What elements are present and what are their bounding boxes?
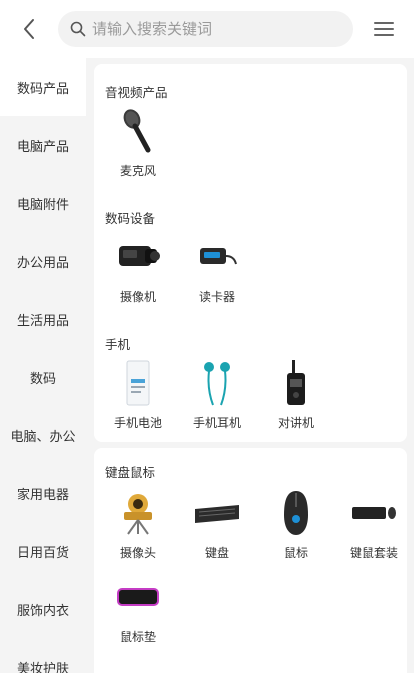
mouse-icon (271, 488, 321, 538)
sidebar-item-apparel[interactable]: 服饰内衣 (0, 580, 86, 638)
section-title: 手机 (105, 337, 131, 352)
category-item-camcorder[interactable]: 摄像机 (106, 232, 170, 305)
sidebar-item-computer-accessories[interactable]: 电脑附件 (0, 174, 86, 232)
item-label: 读卡器 (198, 290, 235, 304)
category-item-earphones[interactable]: 手机耳机 (185, 358, 249, 431)
item-label: 手机电池 (113, 416, 162, 430)
item-label: 鼠标垫 (119, 630, 156, 644)
sidebar-item-daily-goods[interactable]: 日用百货 (0, 522, 86, 580)
category-sidebar: 数码产品 电脑产品 电脑附件 办公用品 生活用品 数码 电脑、办公 家用电器 日… (0, 58, 86, 673)
item-label: 鼠标 (283, 546, 308, 560)
sidebar-item-digital-products[interactable]: 数码产品 (0, 58, 86, 116)
mouse-pad-icon (113, 572, 163, 622)
category-card: 音视频产品 麦克风 数码设备 摄像机 读卡器 手机 手机电池 手机耳机 对讲机 (94, 64, 407, 442)
sidebar-item-label: 美妆护肤 (16, 661, 69, 673)
category-item-mouse[interactable]: 鼠标 (264, 488, 328, 561)
item-label: 对讲机 (277, 416, 314, 430)
sidebar-item-computer-office[interactable]: 电脑、办公 (0, 406, 86, 464)
sidebar-item-office-supplies[interactable]: 办公用品 (0, 232, 86, 290)
sidebar-item-daily-supplies[interactable]: 生活用品 (0, 290, 86, 348)
search-icon (70, 21, 86, 37)
sidebar-item-label: 服饰内衣 (16, 603, 69, 619)
phone-battery-icon (113, 358, 163, 408)
item-label: 摄像头 (119, 546, 156, 560)
sidebar-item-label: 数码产品 (16, 81, 69, 97)
category-content: 音视频产品 麦克风 数码设备 摄像机 读卡器 手机 手机电池 手机耳机 对讲机 … (86, 58, 414, 673)
category-item-mouse-pad[interactable]: 鼠标垫 (106, 572, 170, 645)
earphones-icon (192, 358, 242, 408)
category-item-microphone[interactable]: 麦克风 (106, 106, 170, 179)
sidebar-item-label: 办公用品 (16, 255, 69, 271)
category-item-phone-battery[interactable]: 手机电池 (106, 358, 170, 431)
sidebar-item-label: 日用百货 (16, 545, 69, 561)
card-reader-icon (192, 232, 242, 282)
hamburger-menu-icon (373, 22, 394, 36)
microphone-icon (113, 106, 163, 156)
section-title: 数码设备 (105, 211, 156, 226)
search-input[interactable] (92, 20, 332, 38)
category-item-keyboard-mouse-set[interactable]: 键鼠套装 (342, 488, 406, 561)
sidebar-item-home-appliances[interactable]: 家用电器 (0, 464, 86, 522)
category-item-webcam[interactable]: 摄像头 (106, 488, 170, 561)
sidebar-item-computer-products[interactable]: 电脑产品 (0, 116, 86, 174)
back-button[interactable] (0, 0, 58, 58)
sidebar-item-digital[interactable]: 数码 (0, 348, 86, 406)
keyboard-mouse-set-icon (349, 488, 399, 538)
keyboard-icon (192, 488, 242, 538)
item-label: 摄像机 (119, 290, 156, 304)
item-label: 手机耳机 (192, 416, 241, 430)
menu-button[interactable] (353, 0, 414, 58)
sidebar-item-label: 数码 (29, 371, 56, 387)
sidebar-item-label: 电脑附件 (16, 197, 69, 213)
search-bar[interactable] (58, 11, 353, 47)
camcorder-icon (113, 232, 163, 282)
item-label: 键盘 (204, 546, 229, 560)
category-card: 键盘鼠标 摄像头 键盘 鼠标 键鼠套装 鼠标垫 (94, 448, 407, 673)
section-title: 音视频产品 (105, 85, 168, 100)
top-header (0, 0, 414, 58)
sidebar-item-label: 电脑产品 (16, 139, 69, 155)
webcam-icon (113, 488, 163, 538)
sidebar-item-label: 家用电器 (16, 487, 69, 503)
chevron-left-icon (24, 19, 34, 39)
sidebar-item-beauty[interactable]: 美妆护肤 (0, 638, 86, 673)
item-label: 键鼠套装 (349, 546, 398, 560)
category-item-walkie-talkie[interactable]: 对讲机 (264, 358, 328, 431)
category-item-card-reader[interactable]: 读卡器 (185, 232, 249, 305)
sidebar-item-label: 电脑、办公 (10, 429, 76, 445)
section-title: 键盘鼠标 (105, 465, 156, 480)
walkie-talkie-icon (271, 358, 321, 408)
sidebar-item-label: 生活用品 (16, 313, 69, 329)
item-label: 麦克风 (119, 164, 156, 178)
category-item-keyboard[interactable]: 键盘 (185, 488, 249, 561)
